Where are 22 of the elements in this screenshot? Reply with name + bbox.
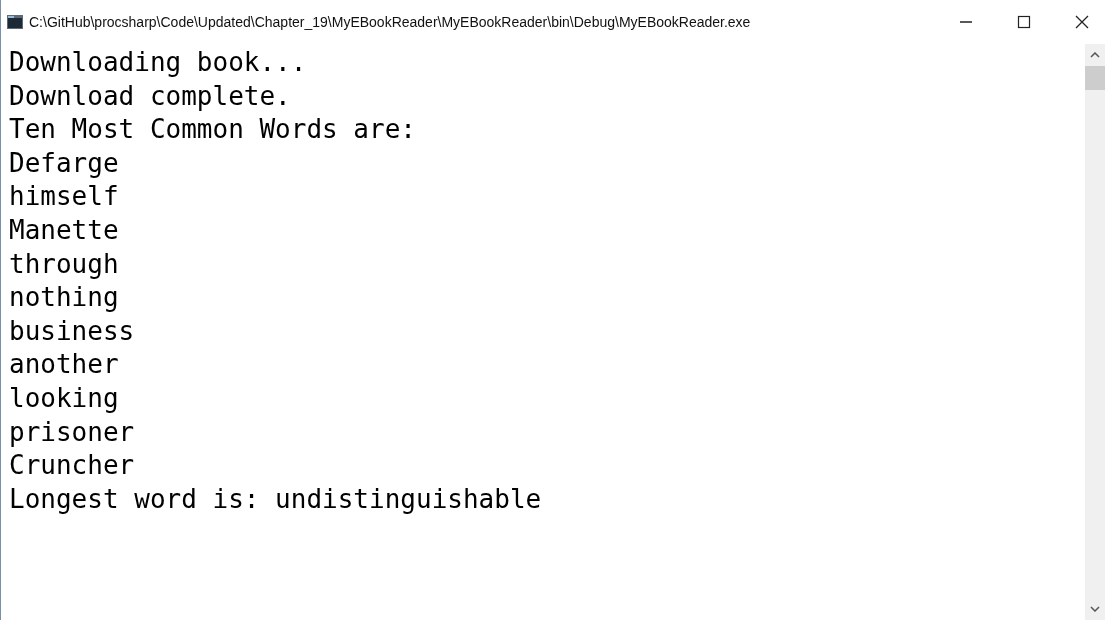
maximize-icon[interactable] (1017, 15, 1031, 29)
console-output-line: another (9, 348, 120, 382)
close-icon[interactable] (1075, 15, 1089, 29)
console-output-line: Ten Most Common Words are: (9, 113, 417, 147)
console-output-line: through (9, 247, 120, 281)
console-output-line: Manette (9, 213, 120, 247)
console-output-line: Download complete. (9, 79, 292, 113)
scroll-up-icon[interactable] (1090, 52, 1100, 58)
console-output-line: Downloading book... (9, 46, 308, 79)
vertical-scrollbar[interactable] (1085, 44, 1105, 620)
console-output-line: Longest word is: undistinguishable (9, 482, 543, 516)
console-output-line: himself (9, 180, 120, 214)
scrollbar-thumb[interactable] (1085, 66, 1105, 90)
window-title: C:\GitHub\procsharp\Code\Updated\Chapter_19\MyEBookReader\MyEBookReader\bin\Debug\MyEBookReader.exe (29, 14, 752, 30)
console-output-line: prisoner (9, 415, 136, 449)
console-output-line: nothing (9, 281, 120, 315)
console-app-icon (7, 15, 23, 29)
scroll-down-icon[interactable] (1090, 606, 1100, 612)
console-output-line: business (9, 314, 136, 348)
console-output-line: Defarge (9, 146, 120, 180)
console-output-line: Cruncher (9, 449, 136, 483)
console-output-line: looking (9, 381, 120, 415)
